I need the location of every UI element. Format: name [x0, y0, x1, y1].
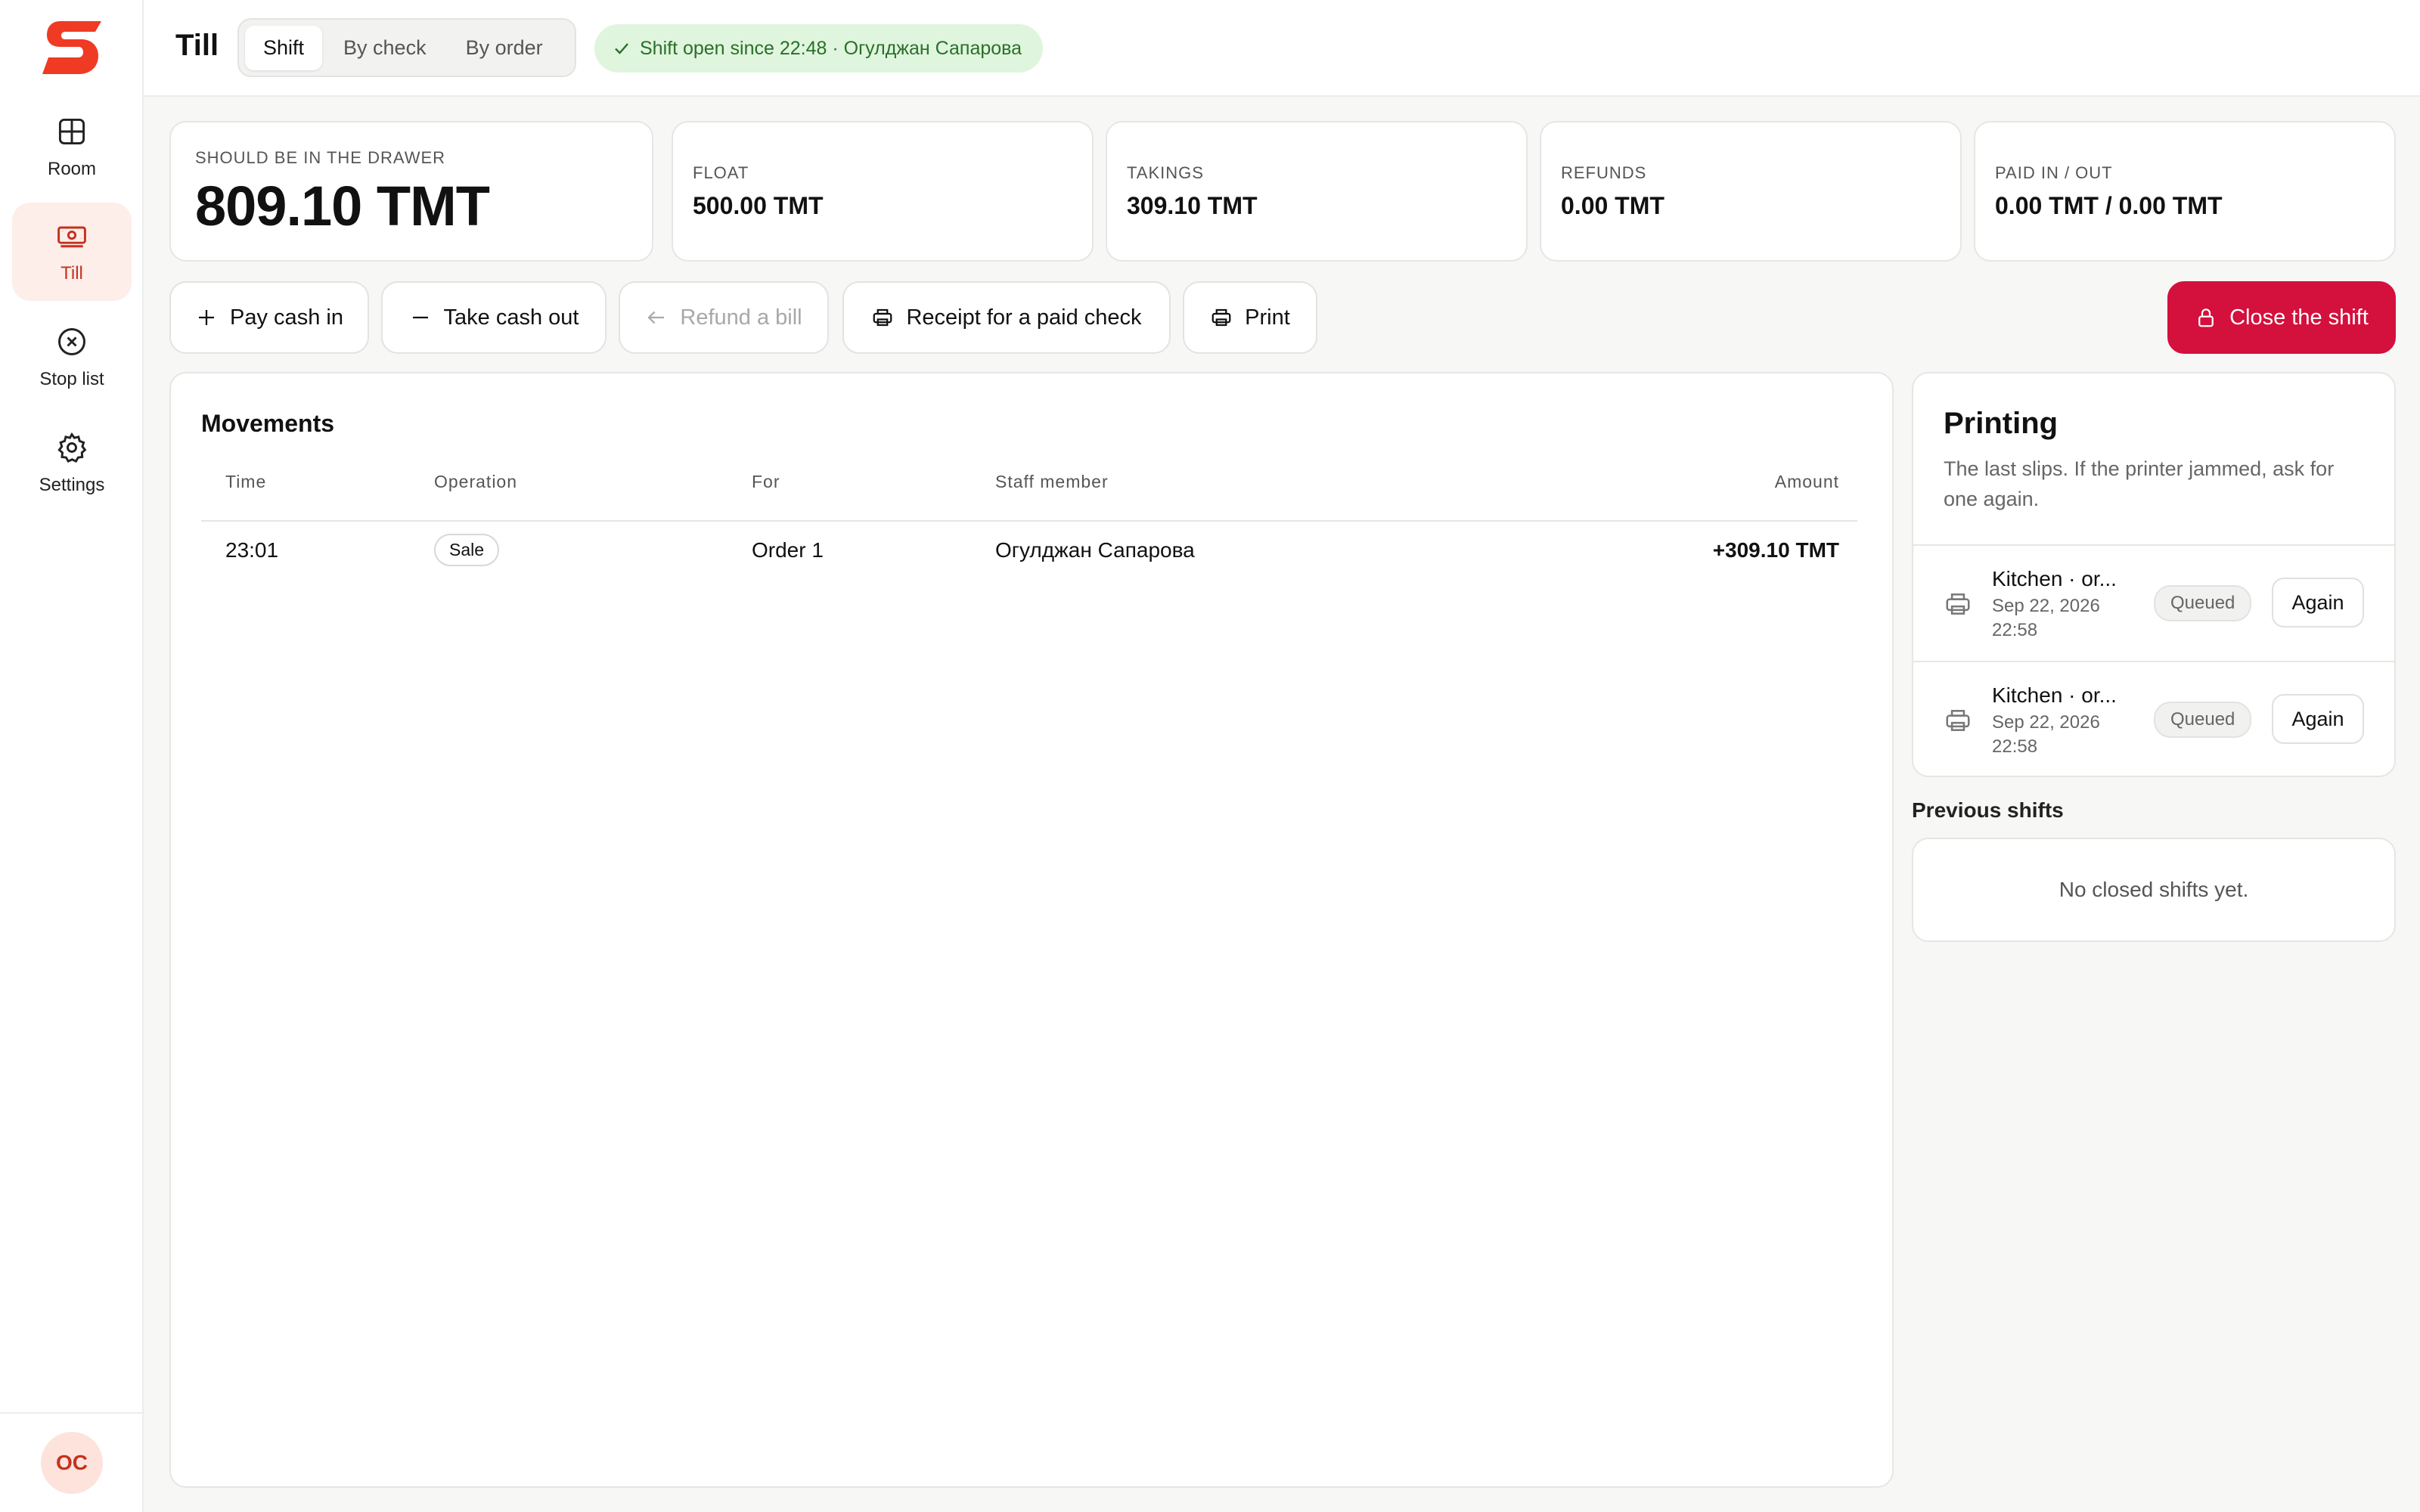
refund-bill-label: Refund a bill: [680, 305, 802, 330]
column-header-staff: Staff member: [995, 472, 1109, 491]
list-item: Kitchen · or... Sep 22, 2026 22:58 Queue…: [1913, 661, 2394, 776]
print-button[interactable]: Print: [1183, 281, 1317, 354]
row-amount: +309.10 TMT: [1712, 538, 1839, 562]
sidebar-item-label: Till: [60, 263, 83, 284]
row-time: 23:01: [225, 538, 279, 562]
printer-icon: [873, 308, 892, 327]
shift-status-text: Shift open since 22:48 · Огулджан Сапаро…: [640, 37, 1022, 59]
arrow-left-icon: [647, 311, 665, 324]
drawer-card: Should be in the drawer 809.10 TMT: [169, 121, 653, 262]
pay-cash-in-label: Pay cash in: [230, 305, 343, 330]
sidebar-divider: [0, 1412, 144, 1414]
pay-cash-in-button[interactable]: Pay cash in: [169, 281, 369, 354]
tab-by-check[interactable]: By check: [325, 26, 445, 70]
row-for: Order 1: [752, 538, 824, 562]
printer-icon: [1946, 593, 1970, 615]
refund-bill-button[interactable]: Refund a bill: [619, 281, 829, 354]
refunds-value: 0.00 TMT: [1561, 192, 1665, 219]
lock-icon: [2198, 308, 2214, 327]
paid-value: 0.00 TMT / 0.00 TMT: [1995, 192, 2223, 219]
previous-shifts-empty: No closed shifts yet.: [2059, 878, 2249, 901]
slip-date: Sep 22, 2026 22:58: [1992, 712, 2100, 757]
sidebar-item-label: Room: [47, 159, 97, 179]
reprint-button[interactable]: Again: [2272, 578, 2364, 627]
close-shift-label: Close the shift: [2229, 305, 2369, 330]
tab-shift[interactable]: Shift: [245, 25, 323, 70]
minus-icon: [412, 316, 428, 319]
column-header-amount: Amount: [1774, 472, 1839, 491]
slip-name: Kitchen · or...: [1992, 683, 2117, 707]
sidebar-item-label: Stop list: [39, 369, 104, 389]
take-cash-out-label: Take cash out: [443, 305, 579, 330]
printer-icon: [1212, 308, 1231, 327]
status-badge: Queued: [2154, 702, 2252, 738]
column-header-time: Time: [225, 472, 267, 491]
sidebar-item-stop-list[interactable]: Stop list: [12, 308, 132, 407]
movements-title: Movements: [201, 410, 335, 437]
s-logo-icon[interactable]: [41, 17, 103, 79]
takings-label: Takings: [1127, 163, 1204, 182]
previous-shifts-panel: No closed shifts yet.: [1912, 838, 2396, 942]
view-tabs: Shift By check By order: [237, 18, 576, 77]
status-badge: Queued: [2154, 585, 2252, 621]
refunds-label: Refunds: [1561, 163, 1647, 182]
gear-icon: [57, 432, 87, 463]
check-icon: [615, 43, 628, 54]
column-header-for: For: [752, 472, 780, 491]
take-cash-out-button[interactable]: Take cash out: [381, 281, 607, 354]
printing-title: Printing: [1944, 407, 2059, 440]
sidebar-item-settings[interactable]: Settings: [12, 414, 132, 513]
avatar[interactable]: OC: [41, 1432, 103, 1494]
grid-icon: [58, 118, 85, 145]
receipt-paid-check-label: Receipt for a paid check: [906, 305, 1142, 330]
float-value: 500.00 TMT: [693, 192, 824, 219]
drawer-value: 809.10 TMT: [195, 175, 490, 237]
shift-status-badge: Shift open since 22:48 · Огулджан Сапаро…: [594, 24, 1044, 73]
close-shift-button[interactable]: Close the shift: [2167, 281, 2396, 354]
sidebar: Room Till Stop list Settings OC: [0, 0, 144, 1512]
printer-icon: [1946, 710, 1970, 731]
column-header-operation: Operation: [434, 472, 518, 491]
reprint-button[interactable]: Again: [2272, 694, 2364, 744]
row-staff: Огулджан Сапарова: [995, 538, 1195, 562]
movements-panel: Movements Time Operation For Staff membe…: [169, 372, 1894, 1488]
tab-by-order[interactable]: By order: [448, 26, 561, 70]
paid-label: Paid in / out: [1995, 163, 2113, 182]
x-circle-icon: [58, 328, 85, 355]
slip-name: Kitchen · or...: [1992, 567, 2117, 590]
operation-badge: Sale: [434, 534, 500, 566]
float-card: Float 500.00 TMT: [672, 121, 1094, 262]
float-label: Float: [693, 163, 749, 182]
header: Till Shift By check By order Shift open …: [144, 0, 2420, 97]
takings-card: Takings 309.10 TMT: [1106, 121, 1528, 262]
plus-icon: [199, 310, 215, 325]
printing-description: The last slips. If the printer jammed, a…: [1944, 457, 2335, 510]
print-label: Print: [1245, 305, 1290, 330]
slip-date: Sep 22, 2026 22:58: [1992, 596, 2100, 640]
page-title: Till: [175, 29, 219, 62]
printing-panel: Printing The last slips. If the printer …: [1912, 372, 2396, 777]
sidebar-item-label: Settings: [39, 475, 105, 495]
cash-register-icon: [57, 226, 86, 248]
sidebar-item-room[interactable]: Room: [12, 98, 132, 197]
previous-shifts-title: Previous shifts: [1912, 798, 2064, 822]
refunds-card: Refunds 0.00 TMT: [1540, 121, 1962, 262]
paid-in-out-card: Paid in / out 0.00 TMT / 0.00 TMT: [1974, 121, 2396, 262]
list-item: Kitchen · or... Sep 22, 2026 22:58 Queue…: [1913, 544, 2394, 661]
drawer-label: Should be in the drawer: [195, 148, 446, 167]
table-header-divider: [201, 520, 1857, 522]
takings-value: 309.10 TMT: [1127, 192, 1258, 219]
sidebar-item-till[interactable]: Till: [12, 203, 132, 301]
receipt-paid-check-button[interactable]: Receipt for a paid check: [842, 281, 1171, 354]
